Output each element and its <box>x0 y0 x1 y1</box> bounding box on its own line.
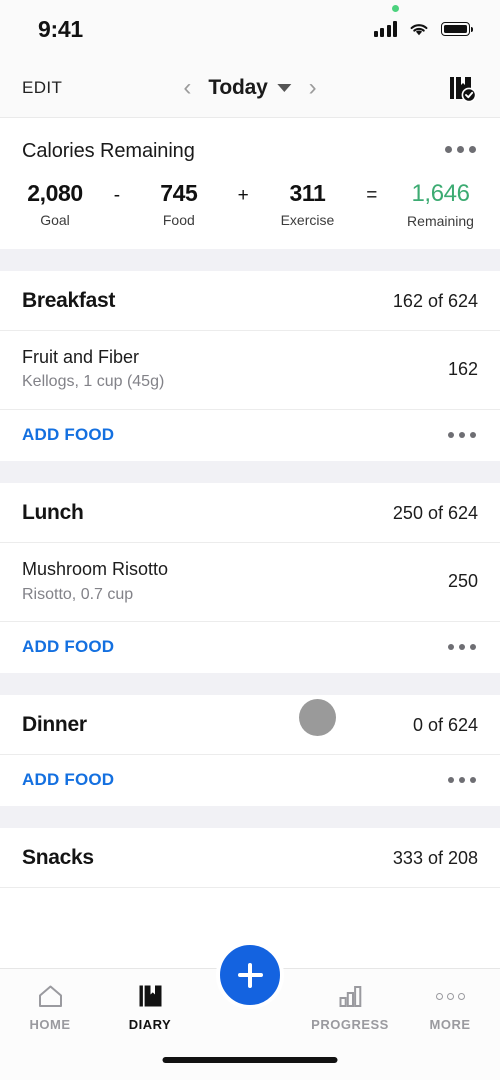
app-screen: 9:41 EDIT ‹ Today › Calories Remaining 2… <box>0 0 500 1080</box>
calories-goal-label: Goal <box>40 212 70 229</box>
tab-diary[interactable]: DIARY <box>100 982 200 1032</box>
meal-calorie-count: 250 of 624 <box>392 502 478 523</box>
add-food-row: ADD FOOD <box>0 755 500 807</box>
calories-equation: 2,080 Goal - 745 Food + 311 Exercise = 1… <box>22 181 478 229</box>
date-navigator: ‹ Today › <box>180 74 319 102</box>
food-entry-row[interactable]: Fruit and Fiber Kellogs, 1 cup (45g) 162 <box>0 331 500 411</box>
food-name: Fruit and Fiber <box>22 347 140 368</box>
meals-list: Breakfast 162 of 624 Fruit and Fiber Kellog… <box>0 249 500 889</box>
meal-overflow-menu-icon[interactable] <box>446 638 478 656</box>
calories-remaining-value: 1,646 <box>411 180 470 207</box>
navigation-bar: EDIT ‹ Today › <box>0 58 500 118</box>
calories-exercise-label: Exercise <box>280 212 335 229</box>
operator-equals: = <box>366 185 378 206</box>
meal-header-snacks[interactable]: Snacks 333 of 208 <box>0 828 500 889</box>
section-divider <box>0 806 500 829</box>
meal-calorie-count: 333 of 208 <box>392 847 478 868</box>
calories-food-label: Food <box>162 212 195 229</box>
calories-title: Calories Remaining <box>22 140 195 162</box>
calories-food: 745 Food <box>150 181 208 228</box>
calories-overflow-menu-icon[interactable] <box>443 140 478 159</box>
calories-remaining-label: Remaining <box>407 213 474 230</box>
food-description: Risotto, 0.7 cup <box>22 585 134 603</box>
home-icon <box>37 982 64 1010</box>
battery-full-icon <box>441 22 474 36</box>
food-entry-row[interactable]: Mushroom Risotto Risotto, 0.7 cup 250 <box>0 543 500 623</box>
calories-goal-value: 2,080 <box>27 180 83 206</box>
meal-name: Snacks <box>22 846 94 870</box>
food-text: Fruit and Fiber Kellogs, 1 cup (45g) <box>22 345 164 393</box>
meal-name: Breakfast <box>22 289 116 313</box>
add-food-button[interactable]: ADD FOOD <box>22 425 114 445</box>
caret-down-icon[interactable] <box>277 83 292 92</box>
wifi-icon <box>410 24 428 36</box>
home-indicator-bar <box>162 1057 338 1063</box>
meal-overflow-menu-icon[interactable] <box>446 426 478 444</box>
meal-header-breakfast[interactable]: Breakfast 162 of 624 <box>0 271 500 332</box>
status-time: 9:41 <box>38 15 83 42</box>
calories-food-value: 745 <box>160 180 198 206</box>
calories-exercise-value: 311 <box>289 180 326 206</box>
meal-header-dinner[interactable]: Dinner 0 of 624 <box>0 695 500 756</box>
food-text: Mushroom Risotto Risotto, 0.7 cup <box>22 557 168 605</box>
meal-header-lunch[interactable]: Lunch 250 of 624 <box>0 483 500 544</box>
mouse-cursor <box>299 699 336 736</box>
add-food-row: ADD FOOD <box>0 410 500 462</box>
book-icon <box>137 982 164 1010</box>
calories-remaining: 1,646 Remaining <box>407 181 474 229</box>
food-description: Kellogs, 1 cup (45g) <box>22 373 165 391</box>
food-name: Mushroom Risotto <box>22 559 169 580</box>
tab-diary-label: DIARY <box>128 1017 172 1032</box>
tab-home-label: HOME <box>29 1017 71 1032</box>
add-food-button[interactable]: ADD FOOD <box>22 637 114 657</box>
add-food-row: ADD FOOD <box>0 622 500 674</box>
tab-progress[interactable]: PROGRESS <box>300 982 400 1032</box>
status-icons <box>373 5 474 37</box>
more-dots-icon <box>435 982 465 1010</box>
book-check-icon[interactable] <box>446 73 476 103</box>
privacy-indicator-dot <box>391 5 399 12</box>
bar-chart-icon <box>337 982 364 1010</box>
meal-overflow-menu-icon[interactable] <box>446 771 478 789</box>
tab-home[interactable]: HOME <box>0 982 100 1032</box>
tab-more[interactable]: MORE <box>400 982 500 1032</box>
next-day-button[interactable]: › <box>306 74 320 102</box>
add-entry-fab[interactable] <box>216 941 284 1009</box>
tab-more-label: MORE <box>429 1017 471 1032</box>
calories-header: Calories Remaining <box>22 140 478 163</box>
previous-day-button[interactable]: ‹ <box>180 74 194 102</box>
calories-exercise: 311 Exercise <box>278 181 336 228</box>
cellular-signal-icon <box>373 21 397 37</box>
operator-minus: - <box>113 185 121 206</box>
tab-progress-label: PROGRESS <box>311 1017 389 1032</box>
bottom-tab-bar: HOME DIARY PROGRESS MORE <box>0 941 500 1080</box>
meal-calorie-count: 162 of 624 <box>392 290 478 311</box>
section-divider <box>0 461 500 484</box>
food-calories: 162 <box>447 358 478 379</box>
calories-goal: 2,080 Goal <box>26 181 84 228</box>
status-bar: 9:41 <box>0 0 500 58</box>
section-divider <box>0 249 500 272</box>
meal-calorie-count: 0 of 624 <box>412 714 478 735</box>
operator-plus: + <box>237 185 249 206</box>
calories-remaining-card: Calories Remaining 2,080 Goal - 745 Food… <box>0 118 500 250</box>
meal-name: Lunch <box>22 501 84 525</box>
date-label[interactable]: Today <box>208 76 267 100</box>
section-divider <box>0 673 500 696</box>
food-calories: 250 <box>447 570 478 591</box>
edit-button[interactable]: EDIT <box>22 78 62 98</box>
meal-name: Dinner <box>22 713 87 737</box>
add-food-button[interactable]: ADD FOOD <box>22 770 114 790</box>
